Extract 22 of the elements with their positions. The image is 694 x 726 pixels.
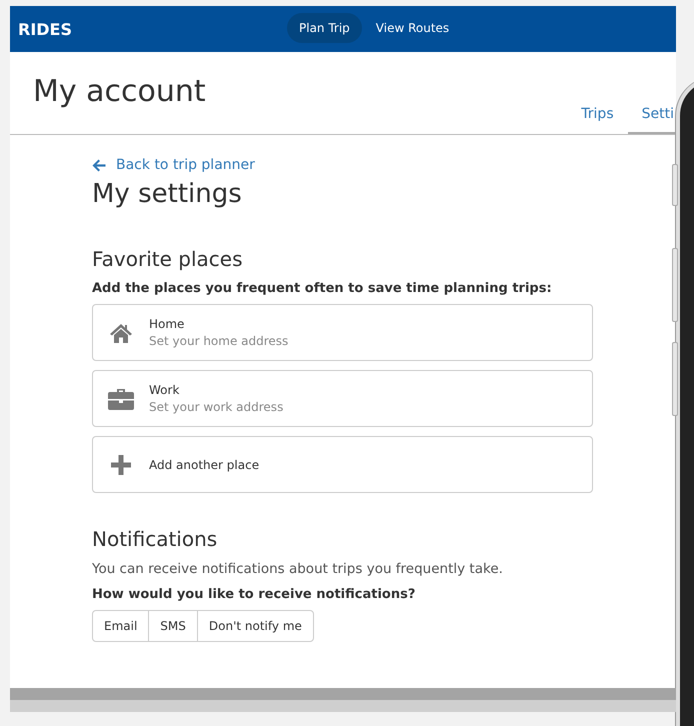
place-button[interactable]: Add another place xyxy=(92,436,593,493)
section-heading: Notifications xyxy=(92,527,218,551)
description-text: You can receive notifications about trips you frequently take. xyxy=(92,561,504,577)
nav-link[interactable]: View Routes xyxy=(364,13,462,43)
settings-title: My settings xyxy=(92,179,243,209)
nav-link[interactable]: Plan Trip xyxy=(287,13,362,43)
question-text: How would you like to receive notifications? xyxy=(92,587,416,602)
arrow-left-icon xyxy=(92,158,106,172)
place-button[interactable]: Home Set your home address xyxy=(92,304,593,361)
option-button[interactable]: Email xyxy=(92,610,150,642)
plus-icon xyxy=(111,454,131,474)
tab[interactable]: Trips xyxy=(567,98,628,134)
place-button[interactable]: Work Set your work address xyxy=(92,370,593,427)
back-link[interactable]: Back to trip planner xyxy=(92,157,593,173)
option-button[interactable]: SMS xyxy=(148,610,198,642)
instruction-text: Add the places you frequent often to save time planning trips: xyxy=(92,281,553,296)
page-title: My account xyxy=(33,74,206,109)
house-icon xyxy=(109,322,133,342)
option-button[interactable]: Don't notify me xyxy=(196,610,314,642)
briefcase-icon xyxy=(108,388,134,410)
brand-logo[interactable]: RIDES xyxy=(18,20,72,38)
section-heading: Favorite places xyxy=(92,247,244,271)
